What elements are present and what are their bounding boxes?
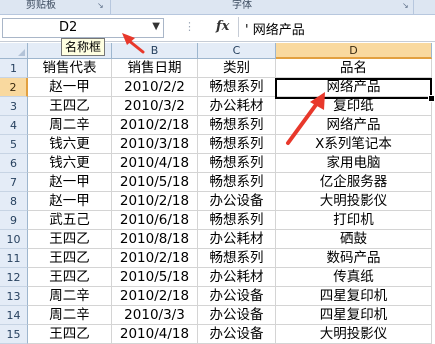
table-cell[interactable]: 2010/3/2	[112, 97, 198, 116]
ribbon-separator	[110, 0, 111, 14]
table-cell[interactable]: 家用电脑	[276, 154, 432, 173]
table-cell[interactable]: 畅想系列	[198, 154, 276, 173]
table-cell[interactable]: 办公设备	[198, 325, 276, 344]
chevron-down-icon[interactable]: ▼	[152, 21, 160, 32]
name-box[interactable]: D2 ▼	[2, 18, 164, 38]
row-header[interactable]: 11	[0, 249, 28, 268]
header-cell[interactable]: 类别	[198, 59, 276, 78]
table-cell[interactable]: 硒鼓	[276, 230, 432, 249]
table-cell[interactable]: 网络产品	[276, 116, 432, 135]
table-cell[interactable]: 2010/2/18	[112, 116, 198, 135]
ribbon-group-clipboard: 剪贴板	[26, 0, 56, 11]
header-cell[interactable]: 品名	[276, 59, 432, 78]
formula-input-value: ' 网络产品	[245, 23, 305, 38]
table-cell[interactable]: 王四乙	[28, 230, 112, 249]
table-cell[interactable]: 亿企服务器	[276, 173, 432, 192]
table-cell[interactable]: 四星复印机	[276, 306, 432, 325]
table-cell[interactable]: 赵一甲	[28, 192, 112, 211]
row-header[interactable]: 6	[0, 154, 28, 173]
table-cell[interactable]: 王四乙	[28, 325, 112, 344]
table-cell[interactable]: 周二辛	[28, 306, 112, 325]
table-cell[interactable]: 钱六更	[28, 135, 112, 154]
name-box-tooltip: 名称框	[61, 38, 106, 56]
table-cell[interactable]: 2010/6/18	[112, 211, 198, 230]
row-header[interactable]: 8	[0, 192, 28, 211]
table-cell[interactable]: 周二辛	[28, 287, 112, 306]
table-cell[interactable]: 办公耗材	[198, 268, 276, 287]
row-header[interactable]: 9	[0, 211, 28, 230]
header-cell[interactable]: 销售代表	[28, 59, 112, 78]
table-cell[interactable]: 周二辛	[28, 116, 112, 135]
table-cell[interactable]: 2010/2/18	[112, 287, 198, 306]
row-header[interactable]: 5	[0, 135, 28, 154]
row-header[interactable]: 14	[0, 306, 28, 325]
insert-function-button[interactable]: fx	[216, 19, 229, 34]
column-header-b[interactable]: B	[112, 43, 198, 59]
row-header[interactable]: 13	[0, 287, 28, 306]
formula-input[interactable]: ' 网络产品	[238, 17, 435, 38]
table-cell[interactable]: 2010/4/18	[112, 325, 198, 344]
row-header[interactable]: 4	[0, 116, 28, 135]
select-all-button[interactable]	[0, 43, 28, 59]
font-launcher-icon[interactable]: ↘	[402, 2, 410, 10]
table-cell[interactable]: 畅想系列	[198, 135, 276, 154]
table-cell[interactable]: 赵一甲	[28, 173, 112, 192]
table-cell[interactable]: 办公耗材	[198, 97, 276, 116]
table-cell[interactable]: 武五己	[28, 211, 112, 230]
table-cell[interactable]: 传真纸	[276, 268, 432, 287]
row-header[interactable]: 2	[0, 78, 28, 97]
table-cell[interactable]: 2010/5/18	[112, 173, 198, 192]
table-cell[interactable]: 大明投影仪	[276, 192, 432, 211]
table-cell[interactable]: 2010/5/18	[112, 268, 198, 287]
table-cell[interactable]: 数码产品	[276, 249, 432, 268]
row-header[interactable]: 10	[0, 230, 28, 249]
table-cell[interactable]: 办公耗材	[198, 230, 276, 249]
table-cell[interactable]: 钱六更	[28, 154, 112, 173]
table-cell[interactable]: 王四乙	[28, 249, 112, 268]
table-cell[interactable]: 2010/3/3	[112, 306, 198, 325]
row-header[interactable]: 15	[0, 325, 28, 344]
table-cell[interactable]: 2010/2/18	[112, 192, 198, 211]
formula-bar-splitter[interactable]: ⋮	[184, 20, 195, 33]
table-cell[interactable]: 畅想系列	[198, 78, 276, 97]
table-cell[interactable]: 畅想系列	[198, 249, 276, 268]
table-cell[interactable]: 复印纸	[276, 97, 432, 116]
active-cell-border	[275, 78, 432, 99]
table-cell[interactable]: 2010/3/18	[112, 135, 198, 154]
table-cell[interactable]: 王四乙	[28, 97, 112, 116]
name-box-value: D2	[59, 20, 78, 35]
table-cell[interactable]: 2010/4/18	[112, 154, 198, 173]
header-cell[interactable]: 销售日期	[112, 59, 198, 78]
table-cell[interactable]: 四星复印机	[276, 287, 432, 306]
row-header[interactable]: 3	[0, 97, 28, 116]
table-cell[interactable]: X系列笔记本	[276, 135, 432, 154]
table-cell[interactable]: 畅想系列	[198, 211, 276, 230]
ribbon-separator	[413, 0, 414, 14]
ribbon-strip: 剪贴板 ↘ 字体 ↘	[0, 0, 435, 15]
row-header[interactable]: 7	[0, 173, 28, 192]
table-cell[interactable]: 2010/8/18	[112, 230, 198, 249]
table-cell[interactable]: 畅想系列	[198, 116, 276, 135]
table-cell[interactable]: 办公设备	[198, 306, 276, 325]
table-cell[interactable]: 2010/2/2	[112, 78, 198, 97]
row-header[interactable]: 12	[0, 268, 28, 287]
table-cell[interactable]: 2010/2/18	[112, 249, 198, 268]
column-header-d[interactable]: D	[276, 43, 432, 59]
column-header-c[interactable]: C	[198, 43, 276, 59]
table-cell[interactable]: 办公设备	[198, 287, 276, 306]
ribbon-group-font: 字体	[232, 0, 252, 11]
table-cell[interactable]: 打印机	[276, 211, 432, 230]
table-cell[interactable]: 大明投影仪	[276, 325, 432, 344]
table-cell[interactable]: 赵一甲	[28, 78, 112, 97]
table-cell[interactable]: 畅想系列	[198, 173, 276, 192]
clipboard-launcher-icon[interactable]: ↘	[97, 2, 105, 10]
table-cell[interactable]: 办公设备	[198, 192, 276, 211]
fill-handle[interactable]	[428, 95, 435, 102]
row-header[interactable]: 1	[0, 59, 28, 78]
table-cell[interactable]: 王四乙	[28, 268, 112, 287]
